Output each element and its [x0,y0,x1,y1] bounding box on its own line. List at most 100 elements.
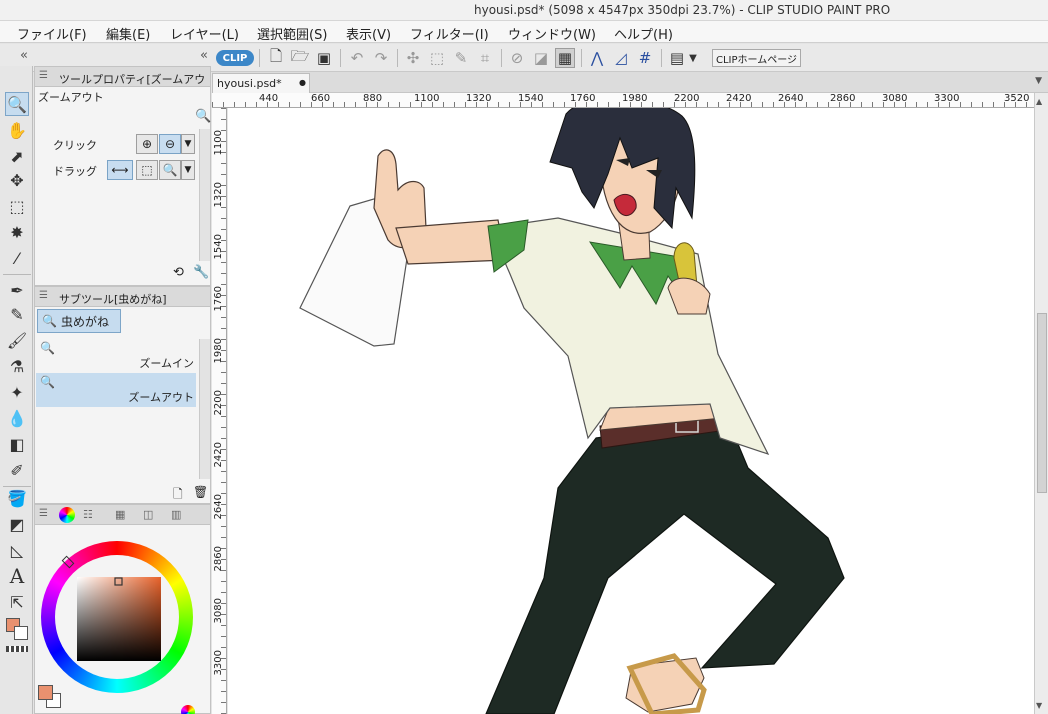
menu-view[interactable]: 表示(V) [346,24,391,43]
drag-zoom-button[interactable]: ⟷ [107,160,133,180]
drawing-canvas[interactable] [228,108,1034,714]
tool-name: ズームアウト [38,91,104,104]
open-file-icon[interactable]: 🗁 [290,47,310,68]
sub-tool-panel: ☰ サブツール[虫めがね] 🔍 虫めがね 🔍 ズームイン 🔍 ズームアウト 🗋 … [34,286,211,504]
color-wheel-tab-icon[interactable] [59,507,75,523]
eyedropper-icon[interactable]: ⁄ [5,246,29,270]
balloon-icon[interactable]: ⇱ [5,590,29,614]
collapse-panel-icon[interactable]: « [200,48,208,63]
menu-file[interactable]: ファイル(F) [17,24,87,43]
document-tab[interactable]: hyousi.psd* ● [212,73,310,93]
color-wheel-mode-icon[interactable] [181,705,195,714]
sub-tool-group-tab[interactable]: 🔍 虫めがね [37,309,121,333]
operation-tool-icon[interactable]: ⬈ [5,144,29,168]
click-options-dropdown[interactable]: ▼ [181,134,195,154]
color-panel: ☰ ☷ ▦ ◫ ▥ [34,504,211,714]
transform-icon[interactable]: ✎ [451,48,471,68]
tool-palette: 🔍 ✋ ⬈ ✥ ⬚ ✸ ⁄ ✒ ✎ 🖌 ⚗ ✦ 💧 ◧ ✐ 🪣 ◩ ◺ A ⇱ [0,66,33,714]
fill-selection-icon[interactable]: ⬚ [427,48,447,68]
redo-icon[interactable]: ↷ [371,48,391,68]
snap-to-ruler-icon[interactable]: ⋀ [587,48,607,68]
drag-magnify-button[interactable]: 🔍 [159,160,181,180]
panel-menu-icon[interactable]: ☰ [39,508,48,519]
color-set-tab-icon[interactable]: ▦ [115,508,125,521]
canvas-vertical-scrollbar[interactable]: ▲ ▼ [1034,93,1048,714]
color-mode-icon[interactable] [6,646,28,652]
character-illustration [299,108,845,714]
show-selection-area-icon[interactable]: ▦ [555,48,575,68]
snap-to-special-ruler-icon[interactable]: ◿ [611,48,631,68]
click-label: クリック [53,139,97,152]
text-tool-icon[interactable]: A [5,564,29,588]
airbrush-icon[interactable]: ⚗ [5,354,29,378]
deselect-icon[interactable]: ⊘ [507,48,527,68]
zoom-in-click-button[interactable]: ⊕ [136,134,158,154]
menu-layer[interactable]: レイヤー(L) [170,24,239,43]
move-layer-icon[interactable]: ✥ [5,168,29,192]
drag-rect-zoom-button[interactable]: ⬚ [136,160,158,180]
panel-main-color-swatch[interactable] [38,685,53,700]
approximate-color-tab-icon[interactable]: ▥ [171,508,181,521]
gradient-icon[interactable]: ◩ [5,512,29,536]
invert-selection-icon[interactable]: ◪ [531,48,551,68]
snap-to-grid-icon[interactable]: # [635,48,655,68]
selection-area-icon[interactable]: ⬚ [5,194,29,218]
close-icon[interactable]: ● [299,78,306,87]
panel-menu-icon[interactable]: ☰ [39,70,48,81]
magnifier-settings-icon[interactable]: 🔍 [195,109,211,124]
undo-icon[interactable]: ↶ [347,48,367,68]
clip-home-button[interactable]: CLIPホームページ [712,49,802,67]
menu-bar: ファイル(F) 編集(E) レイヤー(L) 選択範囲(S) 表示(V) フィルタ… [0,21,1048,43]
pencil-icon[interactable]: ✎ [5,302,29,326]
trash-icon[interactable]: 🗑 [193,485,208,499]
chevron-down-icon[interactable]: ▼ [686,48,700,68]
sub-tool-item-zoom-out[interactable]: 🔍 ズームアウト [36,373,196,407]
hand-tool-icon[interactable]: ✋ [5,118,29,142]
sub-tool-item-zoom-in[interactable]: 🔍 ズームイン [36,339,196,373]
add-sub-tool-icon[interactable]: 🗋 [173,485,183,506]
menu-window[interactable]: ウィンドウ(W) [508,24,596,43]
scale-icon[interactable]: ⌗ [475,48,495,68]
clip-studio-logo-button[interactable]: CLIP [216,50,254,66]
pen-icon[interactable]: ✒ [5,278,29,302]
zoom-tool-icon[interactable]: 🔍 [5,92,29,116]
scroll-thumb[interactable] [1037,313,1047,493]
correct-line-icon[interactable]: ✐ [5,458,29,482]
color-wheel[interactable] [35,529,211,699]
menu-help[interactable]: ヘルプ(H) [614,24,673,43]
clear-icon[interactable]: ✣ [403,48,423,68]
eraser-icon[interactable]: ◧ [5,432,29,456]
intermediate-color-tab-icon[interactable]: ◫ [143,508,153,521]
tool-property-scrollbar[interactable] [199,129,210,261]
auto-select-icon[interactable]: ✸ [5,220,29,244]
fill-icon[interactable]: 🪣 [5,486,29,510]
scroll-up-icon[interactable]: ▲ [1036,97,1042,106]
blend-icon[interactable]: 💧 [5,406,29,430]
wrench-icon[interactable]: 🔧 [193,265,209,280]
window-title: hyousi.psd* (5098 x 4547px 350dpi 23.7%)… [474,3,891,17]
sub-color-swatch[interactable] [14,626,28,640]
color-slider-tab-icon[interactable]: ☷ [83,508,93,521]
new-file-icon[interactable]: 🗋 [266,47,286,68]
magnifier-icon: 🔍 [40,375,55,389]
save-icon[interactable]: ▣ [314,48,334,68]
menu-filter[interactable]: フィルター(I) [410,24,489,43]
drag-label: ドラッグ [53,165,97,178]
tool-settings-icon[interactable]: ▤ [667,48,687,68]
tool-property-panel: ☰ ツールプロパティ[ズームアウ ズームアウト 🔍 クリック ⊕ ⊖ ▼ ドラッ… [34,66,211,286]
menu-edit[interactable]: 編集(E) [106,24,150,43]
reset-icon[interactable]: ⟲ [173,265,184,280]
figure-icon[interactable]: ◺ [5,538,29,562]
zoom-out-click-button[interactable]: ⊖ [159,134,181,154]
menu-selection[interactable]: 選択範囲(S) [257,24,327,43]
decoration-icon[interactable]: ✦ [5,380,29,404]
drag-options-dropdown[interactable]: ▼ [181,160,195,180]
tab-list-chevron-icon[interactable]: ▼ [1035,76,1042,86]
sub-tool-scrollbar[interactable] [199,339,210,479]
collapse-left-icon[interactable]: « [20,48,28,63]
sub-tool-header: ☰ サブツール[虫めがね] [35,287,210,307]
brush-icon[interactable]: 🖌 [5,328,29,352]
scroll-down-icon[interactable]: ▼ [1036,701,1042,710]
tool-property-header: ☰ ツールプロパティ[ズームアウ [35,67,210,87]
panel-menu-icon[interactable]: ☰ [39,290,48,301]
